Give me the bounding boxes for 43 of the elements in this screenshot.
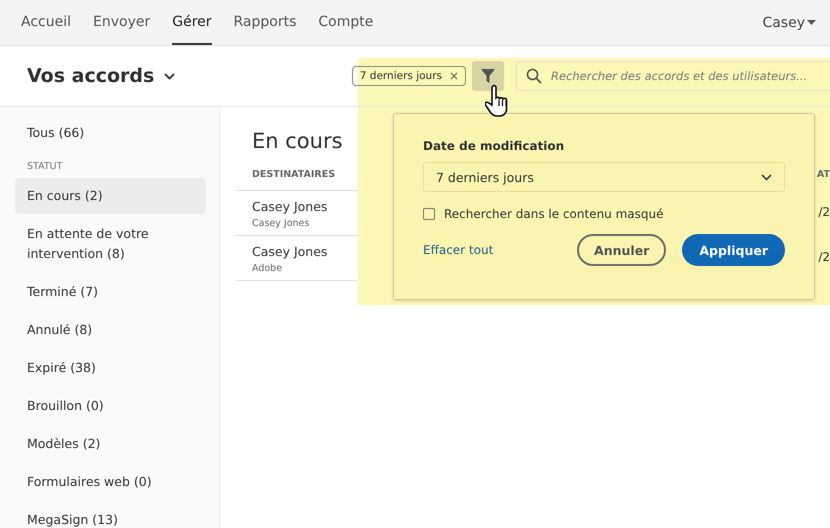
- nav-tab[interactable]: Rapports: [234, 0, 296, 45]
- filter-chip[interactable]: 7 derniers jours: [352, 66, 466, 86]
- sidebar-item[interactable]: Annulé (8): [15, 312, 206, 348]
- recipient-detail: Casey Jones: [252, 218, 310, 229]
- cancel-button[interactable]: Annuler: [577, 234, 666, 266]
- close-icon[interactable]: [450, 72, 458, 80]
- sidebar-item[interactable]: Tous (66): [15, 115, 206, 151]
- clear-all-link[interactable]: Effacer tout: [423, 243, 494, 257]
- chevron-down-icon: [761, 174, 772, 180]
- user-menu[interactable]: Casey: [762, 14, 805, 30]
- sidebar-item[interactable]: Terminé (7): [15, 274, 206, 310]
- checkbox-label: Rechercher dans le contenu masqué: [444, 207, 664, 221]
- table-cell: /2: [818, 250, 830, 264]
- apply-button[interactable]: Appliquer: [682, 234, 785, 266]
- page-title: Vos accords: [27, 65, 154, 87]
- table-cell: /2: [818, 205, 830, 219]
- sidebar-item[interactable]: Modèles (2): [15, 426, 206, 462]
- sidebar-item[interactable]: Formulaires web (0): [15, 464, 206, 500]
- sidebar-item[interactable]: Brouillon (0): [15, 388, 206, 424]
- nav-tab[interactable]: Accueil: [21, 0, 71, 45]
- nav-tab[interactable]: Envoyer: [93, 0, 150, 45]
- date-dropdown[interactable]: 7 derniers jours: [423, 162, 785, 192]
- checkbox[interactable]: [423, 208, 435, 220]
- column-header: DESTINATAIRES: [252, 169, 336, 180]
- recipient-name: Casey Jones: [252, 244, 328, 259]
- search-icon: [526, 68, 542, 84]
- recipient-name: Casey Jones: [252, 199, 328, 214]
- sidebar-item[interactable]: En cours (2): [15, 178, 206, 214]
- field-label: Date de modification: [423, 139, 566, 153]
- sidebar-item[interactable]: En attente de votre intervention (8): [15, 216, 206, 272]
- nav-tab[interactable]: Gérer: [172, 0, 212, 45]
- section-title: En cours: [251, 129, 343, 153]
- sidebar-item[interactable]: Expiré (38): [15, 350, 206, 386]
- filter-button[interactable]: [472, 61, 504, 91]
- filter-icon: [481, 69, 495, 83]
- chevron-down-icon[interactable]: [164, 72, 176, 80]
- search-field[interactable]: Rechercher des accords et des utilisateurs...: [516, 61, 830, 91]
- sidebar-item[interactable]: MegaSign (13): [15, 502, 206, 528]
- recipient-detail: Adobe: [252, 263, 284, 274]
- nav-tab[interactable]: Compte: [318, 0, 374, 45]
- column-header: AT: [816, 169, 830, 180]
- sidebar-heading: STATUT: [26, 160, 64, 174]
- caret-icon: [807, 20, 816, 26]
